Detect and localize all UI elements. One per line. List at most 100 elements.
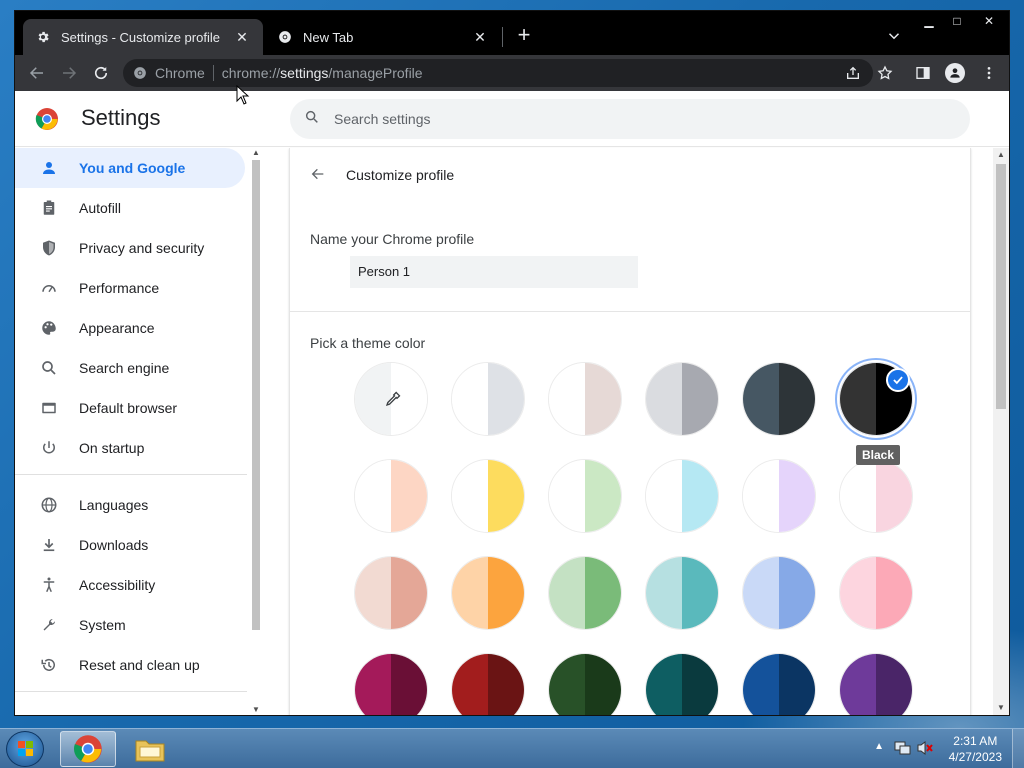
sidebar-item-default-browser[interactable]: Default browser bbox=[15, 388, 245, 428]
taskbar-file-explorer[interactable] bbox=[122, 731, 178, 767]
chrome-icon bbox=[134, 67, 146, 79]
back-arrow-icon[interactable] bbox=[25, 61, 49, 85]
globe-icon bbox=[39, 495, 59, 515]
scroll-up-arrow-icon[interactable]: ▲ bbox=[995, 150, 1007, 160]
bookmark-star-icon[interactable] bbox=[875, 63, 895, 83]
theme-color-swatch[interactable] bbox=[451, 459, 525, 533]
theme-color-swatch[interactable] bbox=[451, 362, 525, 436]
close-window-button[interactable]: ✕ bbox=[975, 11, 1003, 31]
gear-icon bbox=[35, 29, 51, 45]
swatch-left-half bbox=[840, 557, 876, 629]
history-icon bbox=[39, 655, 59, 675]
system-clock[interactable]: 2:31 AM 4/27/2023 bbox=[949, 733, 1002, 765]
sidebar-item-on-startup[interactable]: On startup bbox=[15, 428, 245, 468]
sidebar-item-reset-and-clean-up[interactable]: Reset and clean up bbox=[15, 645, 245, 685]
swatch-left-half bbox=[452, 557, 488, 629]
theme-color-swatch[interactable] bbox=[548, 653, 622, 715]
sidebar-item-downloads[interactable]: Downloads bbox=[15, 525, 245, 565]
minimize-button[interactable]: ▁ bbox=[915, 11, 943, 31]
more-menu-icon[interactable] bbox=[979, 63, 999, 83]
back-arrow-icon[interactable] bbox=[308, 164, 328, 184]
network-icon[interactable] bbox=[894, 740, 912, 761]
search-input[interactable] bbox=[334, 111, 934, 127]
theme-color-swatch[interactable] bbox=[839, 459, 913, 533]
custom-color-swatch[interactable] bbox=[354, 362, 428, 436]
taskbar-chrome[interactable] bbox=[60, 731, 116, 767]
address-bar[interactable]: Chrome chrome://settings/manageProfile bbox=[123, 59, 873, 87]
forward-arrow-icon[interactable] bbox=[57, 61, 81, 85]
tray-expand-icon[interactable]: ▲ bbox=[874, 741, 884, 752]
search-settings-bar[interactable] bbox=[290, 99, 970, 139]
scroll-down-arrow-icon[interactable]: ▼ bbox=[250, 705, 262, 715]
side-panel-icon[interactable] bbox=[913, 63, 933, 83]
tab-new-tab[interactable]: New Tab ✕ bbox=[265, 19, 501, 55]
shield-icon bbox=[39, 238, 59, 258]
swatch-right-half bbox=[585, 557, 621, 629]
sidebar-item-label: System bbox=[79, 617, 126, 633]
theme-color-swatch[interactable] bbox=[548, 362, 622, 436]
share-icon[interactable] bbox=[843, 63, 863, 83]
search-icon bbox=[39, 358, 59, 378]
scroll-down-arrow-icon[interactable]: ▼ bbox=[995, 703, 1007, 713]
sidebar-item-label: Default browser bbox=[79, 400, 178, 416]
swatch-left-half bbox=[743, 363, 779, 435]
start-button[interactable] bbox=[6, 731, 44, 767]
sidebar-item-label: Languages bbox=[79, 497, 149, 513]
main-scrollbar[interactable]: ▲ ▼ bbox=[993, 148, 1009, 715]
swatch-right-half bbox=[779, 654, 815, 715]
sidebar-item-appearance[interactable]: Appearance bbox=[15, 308, 245, 348]
theme-color-swatch[interactable] bbox=[742, 459, 816, 533]
sidebar-item-label: Reset and clean up bbox=[79, 657, 200, 673]
swatch-left-half bbox=[840, 363, 876, 435]
swatch-right-half bbox=[488, 460, 524, 532]
theme-color-swatch[interactable] bbox=[839, 653, 913, 715]
reload-icon[interactable] bbox=[89, 61, 113, 85]
theme-color-swatch[interactable] bbox=[548, 556, 622, 630]
theme-color-swatch[interactable] bbox=[451, 653, 525, 715]
maximize-button[interactable]: □ bbox=[943, 11, 971, 31]
theme-color-swatch[interactable] bbox=[839, 556, 913, 630]
profile-avatar-icon[interactable] bbox=[945, 63, 965, 83]
sidebar-item-autofill[interactable]: Autofill bbox=[15, 188, 245, 228]
sidebar-item-languages[interactable]: Languages bbox=[15, 485, 245, 525]
person-icon bbox=[39, 158, 59, 178]
sidebar-item-label: Performance bbox=[79, 280, 160, 296]
site-info-chip[interactable]: Chrome bbox=[133, 65, 205, 81]
theme-color-swatch[interactable] bbox=[645, 556, 719, 630]
scrollbar-thumb[interactable] bbox=[996, 164, 1006, 409]
sidebar-item-you-and-google[interactable]: You and Google bbox=[15, 148, 245, 188]
sidebar-item-label: Appearance bbox=[79, 320, 155, 336]
chevron-down-icon[interactable] bbox=[885, 27, 903, 45]
close-icon[interactable]: ✕ bbox=[233, 28, 251, 46]
theme-color-swatch[interactable] bbox=[451, 556, 525, 630]
theme-color-swatch[interactable] bbox=[354, 556, 428, 630]
theme-color-swatch[interactable] bbox=[645, 362, 719, 436]
theme-color-swatch[interactable] bbox=[645, 653, 719, 715]
show-desktop-button[interactable] bbox=[1012, 729, 1024, 768]
scroll-up-arrow-icon[interactable]: ▲ bbox=[250, 148, 262, 158]
close-icon[interactable]: ✕ bbox=[471, 28, 489, 46]
swatch-right-half bbox=[779, 363, 815, 435]
tab-settings[interactable]: Settings - Customize profile ✕ bbox=[23, 19, 263, 55]
sidebar-item-privacy-and-security[interactable]: Privacy and security bbox=[15, 228, 245, 268]
theme-color-swatch[interactable] bbox=[742, 362, 816, 436]
sidebar-divider bbox=[15, 691, 247, 692]
theme-color-swatch[interactable] bbox=[742, 653, 816, 715]
theme-color-swatch[interactable] bbox=[742, 556, 816, 630]
theme-color-swatch[interactable] bbox=[548, 459, 622, 533]
profile-name-input[interactable] bbox=[350, 256, 638, 288]
swatch-left-half bbox=[840, 654, 876, 715]
theme-color-swatch[interactable] bbox=[645, 459, 719, 533]
swatch-left-half bbox=[355, 460, 391, 532]
theme-color-swatch[interactable] bbox=[354, 653, 428, 715]
sidebar-item-system[interactable]: System bbox=[15, 605, 245, 645]
sidebar-scrollbar[interactable]: ▲ ▼ bbox=[249, 148, 263, 715]
sidebar-item-search-engine[interactable]: Search engine bbox=[15, 348, 245, 388]
scrollbar-thumb[interactable] bbox=[252, 160, 260, 630]
url-path: /manageProfile bbox=[328, 65, 423, 81]
volume-muted-icon[interactable] bbox=[916, 740, 934, 761]
new-tab-button[interactable]: + bbox=[513, 24, 535, 47]
theme-color-swatch[interactable] bbox=[354, 459, 428, 533]
sidebar-item-performance[interactable]: Performance bbox=[15, 268, 245, 308]
sidebar-item-accessibility[interactable]: Accessibility bbox=[15, 565, 245, 605]
